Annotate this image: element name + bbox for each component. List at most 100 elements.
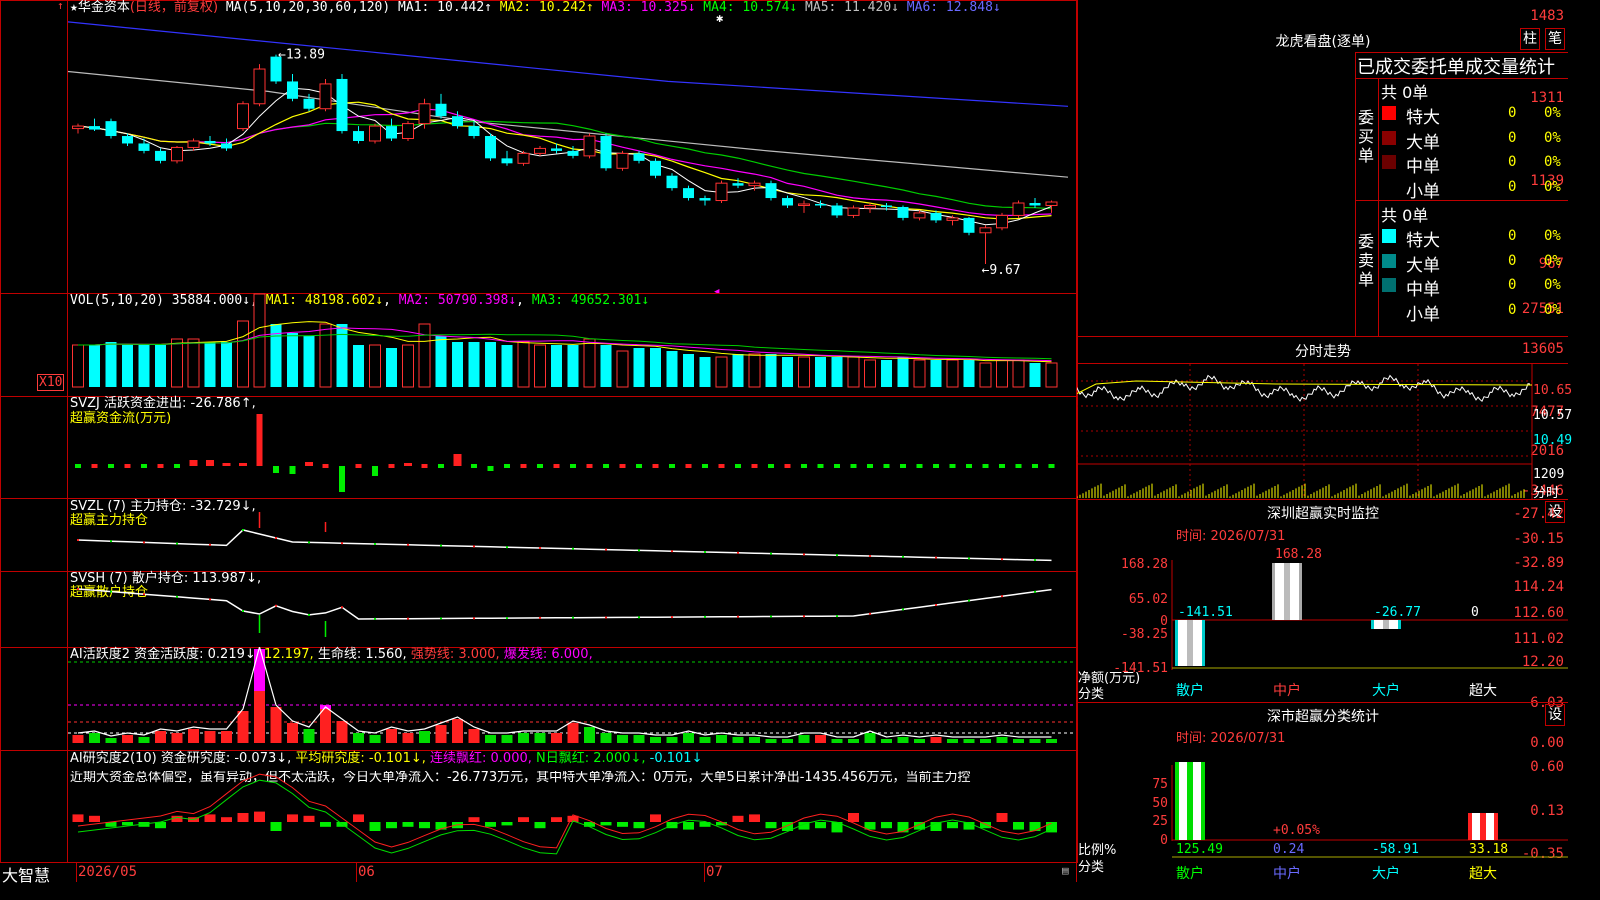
flow-bar bbox=[850, 464, 857, 468]
candle-body bbox=[847, 207, 860, 216]
class-value: 33.18 bbox=[1469, 842, 1508, 857]
svsh-chart[interactable] bbox=[68, 571, 1078, 648]
ai2-chart[interactable] bbox=[68, 750, 1078, 863]
class-bar-edge bbox=[1201, 762, 1205, 840]
tick-mark bbox=[341, 542, 343, 545]
up-arrow-icon[interactable]: ↑ bbox=[57, 0, 64, 12]
candle-body bbox=[155, 150, 166, 161]
activity-bar bbox=[815, 735, 826, 743]
candle-body bbox=[287, 81, 298, 99]
tick-mark bbox=[143, 593, 145, 596]
research-bar bbox=[683, 822, 694, 830]
sz-monitor-chart[interactable]: 168.2865.020-38.25-141.51-141.51168.28-2… bbox=[1076, 540, 1568, 700]
activity-bar bbox=[600, 733, 612, 743]
buy-side-label: 委买单 bbox=[1358, 108, 1375, 165]
tick-mark bbox=[1034, 590, 1036, 593]
flow-bar bbox=[685, 464, 692, 468]
flow-bar bbox=[520, 464, 527, 468]
monitor-value: -141.51 bbox=[1178, 605, 1233, 620]
flow-bar bbox=[339, 466, 345, 492]
lhb-row-count: 0 bbox=[1508, 178, 1517, 195]
candle-body bbox=[336, 78, 348, 132]
activity-bar bbox=[402, 733, 414, 743]
monitor-category: 超大 bbox=[1469, 683, 1497, 699]
brand-label[interactable]: 大智慧 bbox=[2, 862, 50, 886]
activity-bar bbox=[765, 739, 777, 743]
sz-monitor-settings-button[interactable]: 设 bbox=[1545, 501, 1565, 523]
candle-body bbox=[353, 131, 364, 141]
activity-bar bbox=[567, 723, 579, 743]
monitor-category: 中户 bbox=[1273, 682, 1301, 699]
high-annotation: ←13.89 bbox=[278, 48, 325, 63]
flow-bar bbox=[174, 464, 180, 468]
volume-chart[interactable] bbox=[68, 293, 1078, 397]
tick-mark bbox=[869, 555, 871, 557]
ai1-chart[interactable] bbox=[68, 647, 1078, 751]
research-bar bbox=[270, 822, 282, 831]
candle-body bbox=[715, 182, 728, 202]
tick-mark bbox=[209, 543, 211, 546]
volume-bar bbox=[996, 359, 1008, 388]
research-bar bbox=[996, 813, 1008, 822]
lhb-tabs[interactable]: 已成交委托单成交量统计 bbox=[1357, 53, 1568, 79]
tick-mark bbox=[770, 615, 772, 618]
lock-icon[interactable]: ▤ bbox=[1062, 864, 1069, 877]
candle-body bbox=[204, 140, 216, 144]
activity-bar bbox=[782, 739, 793, 743]
flow-bar bbox=[883, 464, 890, 468]
lhb-row-label: 中单 bbox=[1406, 280, 1440, 300]
candlestick-chart[interactable]: ←13.89←9.67✱◀ bbox=[68, 0, 1078, 294]
flow-bar bbox=[273, 466, 279, 473]
legend-swatch bbox=[1382, 278, 1396, 292]
fenshi-title: 分时走势 bbox=[1295, 344, 1351, 360]
volume-bar bbox=[517, 341, 530, 388]
research-bar bbox=[650, 814, 661, 822]
flow-bar bbox=[619, 464, 626, 468]
candle-body bbox=[666, 175, 678, 189]
lhb-row-label: 中单 bbox=[1406, 157, 1440, 177]
volume-bar bbox=[353, 345, 364, 387]
sz-class-chart[interactable]: 75 50 25 0 +0.05% 125.49 0.24 -58.91 33.18 散户 中户 大户… bbox=[1076, 745, 1568, 882]
avg-line bbox=[1076, 380, 1533, 395]
activity-bar bbox=[171, 733, 183, 743]
svzj-yaxis bbox=[0, 396, 68, 499]
sell-total: 共 0单 bbox=[1381, 206, 1429, 225]
activity-bar bbox=[485, 735, 496, 743]
volume-bar bbox=[551, 345, 562, 387]
volume-bar bbox=[616, 350, 629, 388]
flow-bar bbox=[438, 464, 444, 468]
lhb-row-count: 0 bbox=[1508, 228, 1517, 244]
activity-bar bbox=[1029, 739, 1041, 743]
column-mode-button[interactable]: 柱 bbox=[1520, 28, 1540, 50]
monitor-bar-core bbox=[1187, 620, 1193, 666]
intraday-chart[interactable] bbox=[1076, 364, 1568, 499]
volume-bar bbox=[633, 348, 645, 387]
candle-body bbox=[633, 153, 645, 161]
activity-bar bbox=[369, 735, 381, 743]
activity-bar bbox=[419, 731, 430, 743]
class-ylabel: 75 bbox=[1152, 777, 1168, 792]
lhb-row-pct: 0% bbox=[1544, 301, 1561, 318]
research-bar bbox=[534, 822, 546, 829]
svzl-chart[interactable] bbox=[68, 498, 1078, 572]
svsh-yaxis bbox=[0, 571, 68, 648]
activity-bar bbox=[584, 727, 595, 743]
candle-body bbox=[683, 188, 694, 199]
tick-mark bbox=[308, 613, 310, 616]
activity-bar bbox=[188, 729, 199, 743]
svzj-chart[interactable] bbox=[68, 396, 1078, 499]
svzl-yaxis bbox=[0, 498, 68, 572]
candle-body bbox=[864, 204, 876, 209]
candle-body bbox=[1029, 203, 1041, 206]
volume-bar bbox=[847, 356, 860, 388]
main-holding-line bbox=[77, 529, 1052, 562]
volume-bar bbox=[1029, 363, 1041, 387]
sz-class-settings-button[interactable]: 设 bbox=[1545, 704, 1565, 726]
monitor-bar-core bbox=[1284, 563, 1290, 620]
flow-bar bbox=[636, 464, 642, 468]
vol-unit-badge: X10 bbox=[37, 374, 65, 391]
volume-bar bbox=[881, 360, 892, 387]
tick-mark bbox=[77, 539, 79, 541]
activity-bar bbox=[105, 738, 117, 743]
tick-mode-button[interactable]: 笔 bbox=[1545, 28, 1565, 50]
